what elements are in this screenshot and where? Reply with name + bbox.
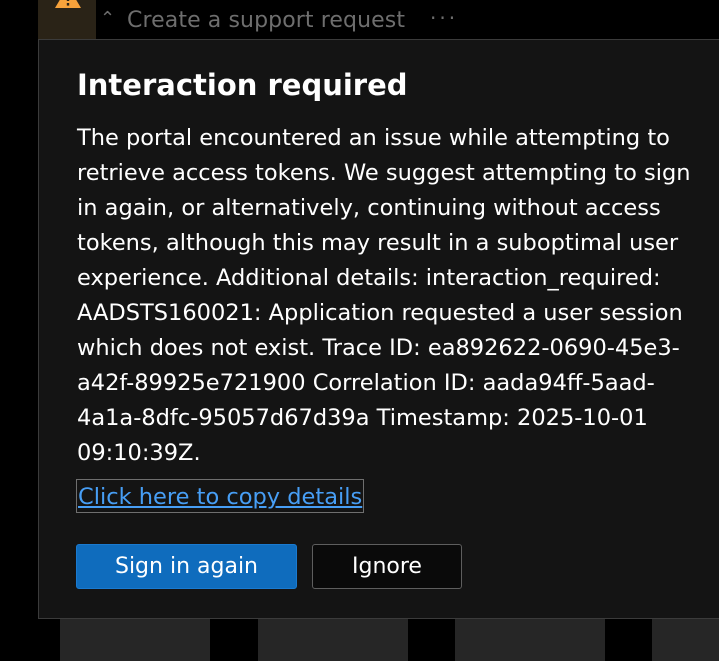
background-tile [60,619,210,661]
background-tile [258,619,408,661]
background-tile [652,619,719,661]
copy-details-link[interactable]: Click here to copy details [76,479,365,513]
more-options-icon[interactable]: ··· [430,6,458,30]
person-icon: ⌃ [100,8,116,29]
dialog-title: Interaction required [77,68,408,102]
ignore-button[interactable]: Ignore [312,544,462,589]
background-tiles [0,619,719,661]
dialog-message: The portal encountered an issue while at… [77,125,691,466]
warning-icon [55,0,81,8]
background-header: ⌃ Create a support request ··· [0,0,719,40]
background-tile [455,619,605,661]
page-title: Create a support request [127,8,406,33]
interaction-required-dialog: Interaction required The portal encounte… [38,39,719,619]
warning-tile [38,0,96,40]
sign-in-again-button[interactable]: Sign in again [76,544,297,589]
